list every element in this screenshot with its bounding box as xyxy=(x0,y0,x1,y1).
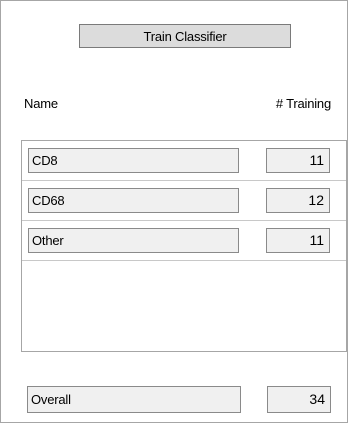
training-count-field: 12 xyxy=(266,188,330,213)
training-count-column-header: # Training xyxy=(275,96,331,111)
training-count-field: 11 xyxy=(266,228,330,253)
overall-label-field: Overall xyxy=(27,386,241,413)
list-item: CD8 11 xyxy=(22,141,346,181)
class-list: CD8 11 CD68 12 Other 11 xyxy=(21,140,347,352)
class-name-field[interactable]: CD8 xyxy=(28,148,239,173)
class-name-field[interactable]: Other xyxy=(28,228,239,253)
class-name-field[interactable]: CD68 xyxy=(28,188,239,213)
train-classifier-button[interactable]: Train Classifier xyxy=(79,24,291,48)
training-count-field: 11 xyxy=(266,148,330,173)
list-item: CD68 12 xyxy=(22,181,346,221)
classifier-panel: Train Classifier Name # Training CD8 11 … xyxy=(0,0,348,423)
list-item: Other 11 xyxy=(22,221,346,261)
name-column-header: Name xyxy=(24,96,58,111)
overall-count-field: 34 xyxy=(267,386,331,413)
